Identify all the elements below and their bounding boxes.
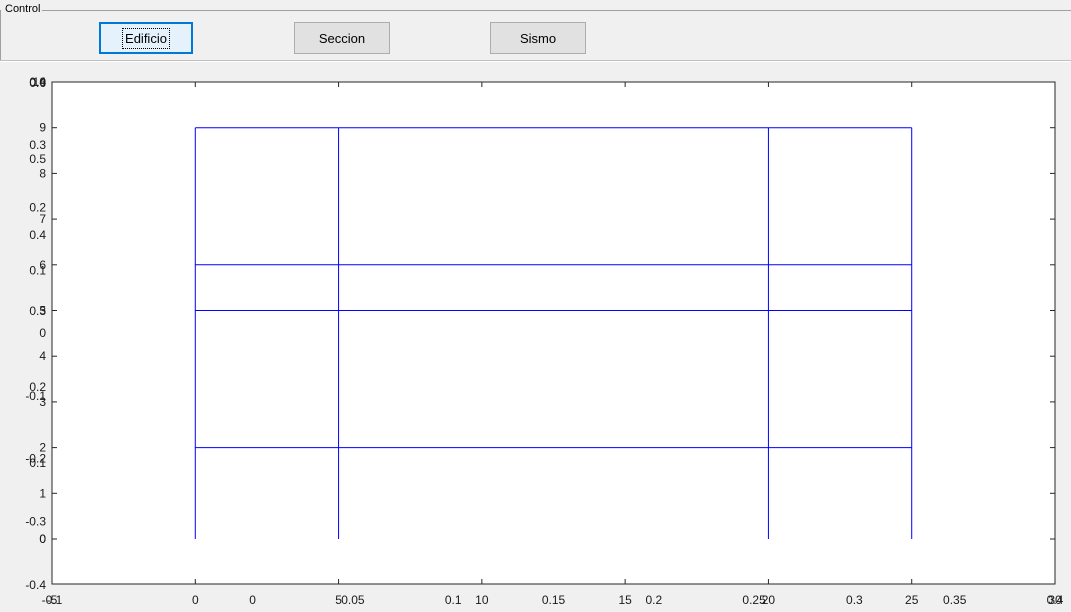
corner-tick-label: 0.4	[1047, 593, 1064, 607]
corner-tick-label: -0.1	[42, 593, 63, 607]
overlay-x-tick-label: 0.05	[341, 593, 365, 607]
overlay-y-tick-label: 0.3	[29, 138, 46, 152]
y-tick-label: 1	[39, 486, 46, 500]
building-frame-plot: -50510152025303501234567891000.050.10.15…	[25, 75, 1064, 607]
x-tick-label: 25	[905, 593, 919, 607]
overlay-y-tick-label: 0.1	[29, 456, 46, 470]
overlay-x-tick-label: 0.15	[542, 593, 566, 607]
x-tick-label: 10	[475, 593, 489, 607]
overlay-y-tick-label: 0.4	[29, 228, 46, 242]
overlay-y-tick-label: 0.2	[29, 380, 46, 394]
overlay-x-tick-label: 0.3	[846, 593, 863, 607]
overlay-y-tick-label: 0	[39, 532, 46, 546]
axes-box	[51, 81, 1056, 585]
x-tick-label: 0	[192, 593, 199, 607]
x-tick-label: 15	[618, 593, 632, 607]
y-tick-label: 8	[39, 166, 46, 180]
y-tick-label: 4	[39, 349, 46, 363]
overlay-y-tick-label: 0.1	[29, 263, 46, 277]
corner-tick-label: -0.4	[25, 578, 46, 592]
overlay-y-tick-label: 0.2	[29, 201, 46, 215]
overlay-y-tick-label: 0	[39, 326, 46, 340]
overlay-x-tick-label: 0.25	[742, 593, 766, 607]
overlay-x-tick-label: 0.2	[645, 593, 662, 607]
overlay-y-tick-label: 0.3	[29, 304, 46, 318]
overlay-y-tick-label: 0.5	[29, 152, 46, 166]
overlay-y-tick-label: -0.3	[25, 514, 46, 528]
overlay-x-tick-label: 0	[249, 593, 256, 607]
overlay-x-tick-label: 0.1	[445, 593, 462, 607]
y-tick-label: 9	[39, 121, 46, 135]
overlay-x-tick-label: 0.35	[943, 593, 967, 607]
corner-tick-label: 0.4	[29, 75, 46, 89]
